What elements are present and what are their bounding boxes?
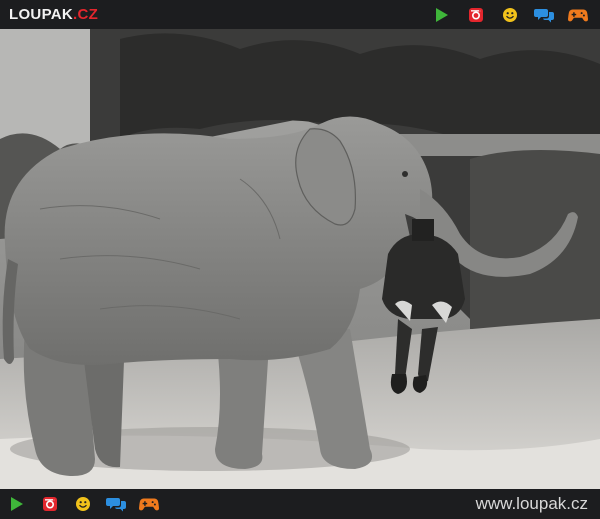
play-icon[interactable] bbox=[7, 494, 27, 514]
top-icon-bar bbox=[432, 5, 588, 25]
smiley-icon[interactable] bbox=[73, 494, 93, 514]
gamepad-icon[interactable] bbox=[139, 494, 159, 514]
site-url-link[interactable]: www.loupak.cz bbox=[476, 494, 588, 514]
instagram-icon[interactable] bbox=[40, 494, 60, 514]
logo-name: LOUPAK bbox=[9, 6, 74, 23]
bottom-bar: www.loupak.cz bbox=[0, 489, 600, 519]
instagram-icon[interactable] bbox=[466, 5, 486, 25]
bottom-icon-bar bbox=[7, 494, 159, 514]
top-bar: LOUPAK.CZ bbox=[0, 0, 600, 29]
chat-icon[interactable] bbox=[534, 5, 554, 25]
gamepad-icon[interactable] bbox=[568, 5, 588, 25]
play-icon[interactable] bbox=[432, 5, 452, 25]
logo-tld: CZ bbox=[77, 6, 99, 23]
elephant-photo bbox=[0, 29, 600, 489]
smiley-icon[interactable] bbox=[500, 5, 520, 25]
site-logo[interactable]: LOUPAK.CZ bbox=[9, 5, 98, 24]
chat-icon[interactable] bbox=[106, 494, 126, 514]
